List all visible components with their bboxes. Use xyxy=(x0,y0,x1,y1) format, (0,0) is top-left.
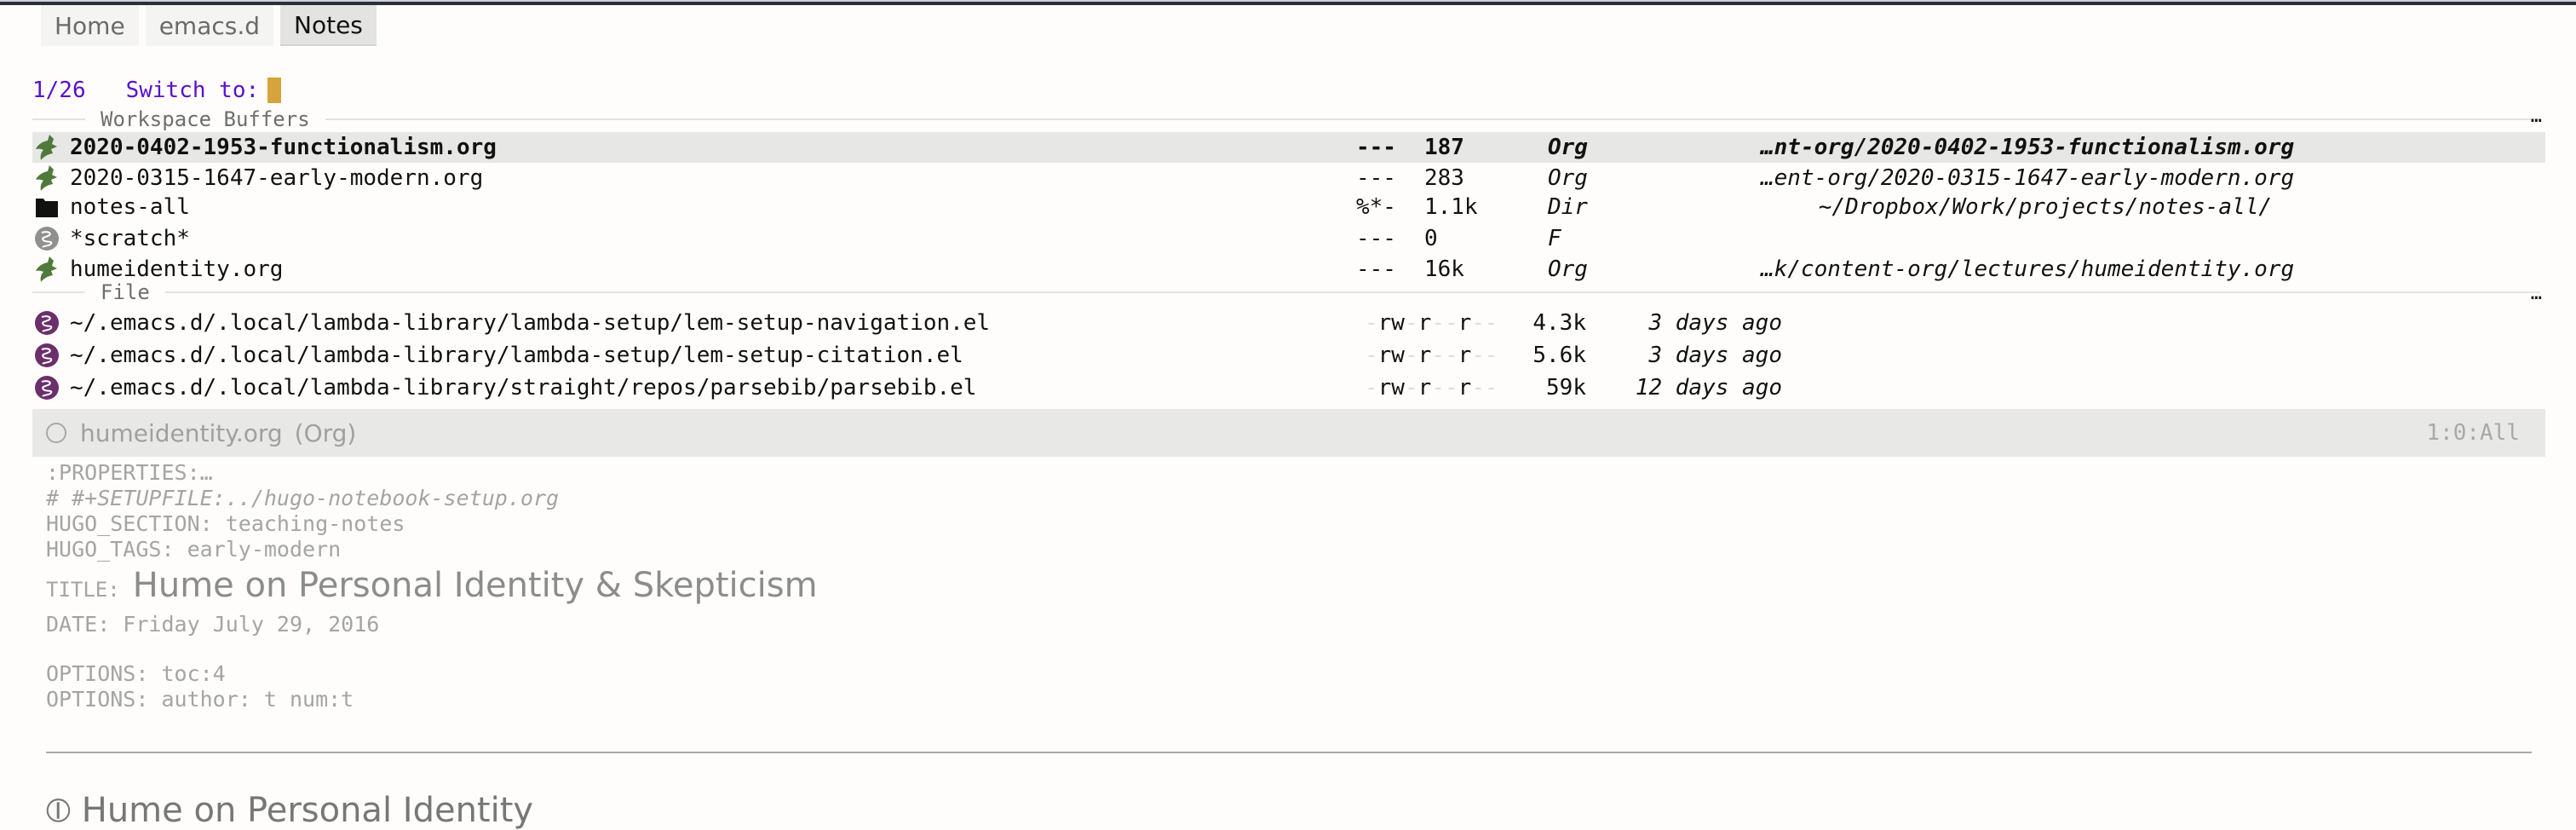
file-size: 59k xyxy=(1546,375,1586,401)
text-cursor xyxy=(267,78,282,103)
buffer-status-icon xyxy=(46,423,66,443)
buffer-size: 16k xyxy=(1424,256,1464,282)
buffer-size: 0 xyxy=(1424,226,1438,251)
section-title: File xyxy=(101,280,150,304)
buffer-candidate[interactable]: *scratch* --- 0 F xyxy=(32,223,2545,254)
buffer-size: 187 xyxy=(1424,135,1464,160)
buffer-size: 1.1k xyxy=(1424,194,1478,220)
buffer-mode: Dir xyxy=(1548,194,1588,220)
buffer-candidate[interactable]: 2020-0402-1953-functionalism.org --- 187 Or… xyxy=(32,132,2545,163)
file-permissions: -rw-r--r-- xyxy=(1365,310,1498,336)
modeline-buffer-name: humeidentity.org xyxy=(80,418,283,447)
buffer-name: 2020-0315-1647-early-modern.org xyxy=(70,165,484,191)
buffer-path: …k/content-org/lectures/humeidentity.org xyxy=(1761,256,2295,282)
hugo-section-keyword: HUGO_SECTION: teaching-notes xyxy=(46,511,405,536)
modeline-major-mode: (Org) xyxy=(294,418,357,447)
document-title: Hume on Personal Identity & Skepticism xyxy=(132,566,818,605)
buffer-flags: %*- xyxy=(1356,194,1396,220)
tab-emacs-d[interactable]: emacs.d xyxy=(145,5,274,46)
file-path: ~/.emacs.d/.local/lambda-library/lambda-… xyxy=(70,343,963,368)
tab-home[interactable]: Home xyxy=(41,5,139,46)
file-candidate[interactable]: ~/.emacs.d/.local/lambda-library/lambda-… xyxy=(32,307,2545,339)
divider xyxy=(32,291,85,293)
buffer-path: ~/Dropbox/Work/projects/notes-all/ xyxy=(1818,194,2272,220)
buffer-size: 283 xyxy=(1424,165,1464,191)
more-indicator: … xyxy=(2530,106,2542,127)
file-modified: 3 days ago xyxy=(1648,343,1782,368)
buffer-flags: --- xyxy=(1356,256,1396,282)
buffer-flags: --- xyxy=(1356,165,1396,191)
tab-notes[interactable]: Notes xyxy=(280,5,377,46)
elisp-icon xyxy=(32,308,61,337)
file-size: 4.3k xyxy=(1532,310,1586,336)
options-keyword: OPTIONS: toc:4 xyxy=(46,661,226,686)
properties-drawer[interactable]: :PROPERTIES:… xyxy=(46,460,213,485)
buffer-mode: Org xyxy=(1548,165,1588,191)
org-unicorn-icon xyxy=(32,133,61,162)
buffer-path: …nt-org/2020-0402-1953-functionalism.org xyxy=(1761,135,2295,160)
file-permissions: -rw-r--r-- xyxy=(1365,343,1498,368)
buffer-flags: --- xyxy=(1356,135,1396,160)
section-file: File xyxy=(32,280,2540,305)
buffer-mode: Org xyxy=(1548,135,1588,160)
hugo-tags-keyword: HUGO_TAGS: early-modern xyxy=(46,537,342,562)
more-indicator: … xyxy=(2530,283,2542,304)
emacs-icon xyxy=(32,224,61,253)
buffer-name: 2020-0402-1953-functionalism.org xyxy=(70,135,497,160)
prompt-label: Switch to: xyxy=(125,78,260,103)
org-unicorn-icon xyxy=(32,164,61,193)
file-modified: 12 days ago xyxy=(1635,375,1782,401)
section-title: Workspace Buffers xyxy=(101,107,310,131)
buffer-name: notes-all xyxy=(70,194,190,220)
divider xyxy=(32,118,85,120)
title-line: TITLE: Hume on Personal Identity & Skept… xyxy=(46,566,818,605)
mode-line: humeidentity.org (Org) 1:0:All xyxy=(32,409,2545,457)
minibuffer-prompt[interactable]: 1/26 Switch to: xyxy=(32,75,282,106)
setupfile-comment: # #+SETUPFILE:../hugo-notebook-setup.org xyxy=(46,486,560,510)
file-permissions: -rw-r--r-- xyxy=(1365,375,1498,401)
file-candidate[interactable]: ~/.emacs.d/.local/lambda-library/straigh… xyxy=(32,372,2545,404)
workspace-tab-bar: Home emacs.d Notes xyxy=(41,5,377,46)
elisp-icon xyxy=(32,341,61,370)
buffer-name: *scratch* xyxy=(70,226,190,251)
buffer-mode: Org xyxy=(1548,256,1588,282)
buffer-candidate[interactable]: notes-all %*- 1.1k Dir ~/Dropbox/Work/projec… xyxy=(32,192,2545,222)
file-size: 5.6k xyxy=(1532,343,1586,368)
date-keyword: DATE: Friday July 29, 2016 xyxy=(46,612,380,637)
options-keyword: OPTIONS: author: t num:t xyxy=(46,687,354,712)
buffer-path: …ent-org/2020-0315-1647-early-modern.org xyxy=(1761,165,2295,191)
file-path: ~/.emacs.d/.local/lambda-library/lambda-… xyxy=(70,310,991,336)
file-modified: 3 days ago xyxy=(1648,310,1782,336)
horizontal-rule xyxy=(46,752,2532,753)
candidate-count: 1/26 xyxy=(32,78,86,103)
section-workspace-buffers: Workspace Buffers xyxy=(32,107,2540,132)
elisp-icon xyxy=(32,373,61,402)
modeline-position: 1:0:All xyxy=(2426,420,2520,446)
divider xyxy=(325,118,2540,120)
divider xyxy=(164,291,2540,293)
buffer-candidate[interactable]: 2020-0315-1647-early-modern.org --- 283 Org… xyxy=(32,163,2545,193)
title-keyword: TITLE: xyxy=(46,578,120,602)
folder-icon xyxy=(32,193,61,222)
file-path: ~/.emacs.d/.local/lambda-library/straigh… xyxy=(70,375,977,401)
window-top-border xyxy=(0,0,2576,5)
buffer-flags: --- xyxy=(1356,226,1396,251)
buffer-mode: F xyxy=(1548,226,1561,251)
file-candidate[interactable]: ~/.emacs.d/.local/lambda-library/lambda-… xyxy=(32,339,2545,372)
buffer-name: humeidentity.org xyxy=(70,256,284,282)
org-heading[interactable]: ⦶ Hume on Personal Identity xyxy=(46,791,533,830)
